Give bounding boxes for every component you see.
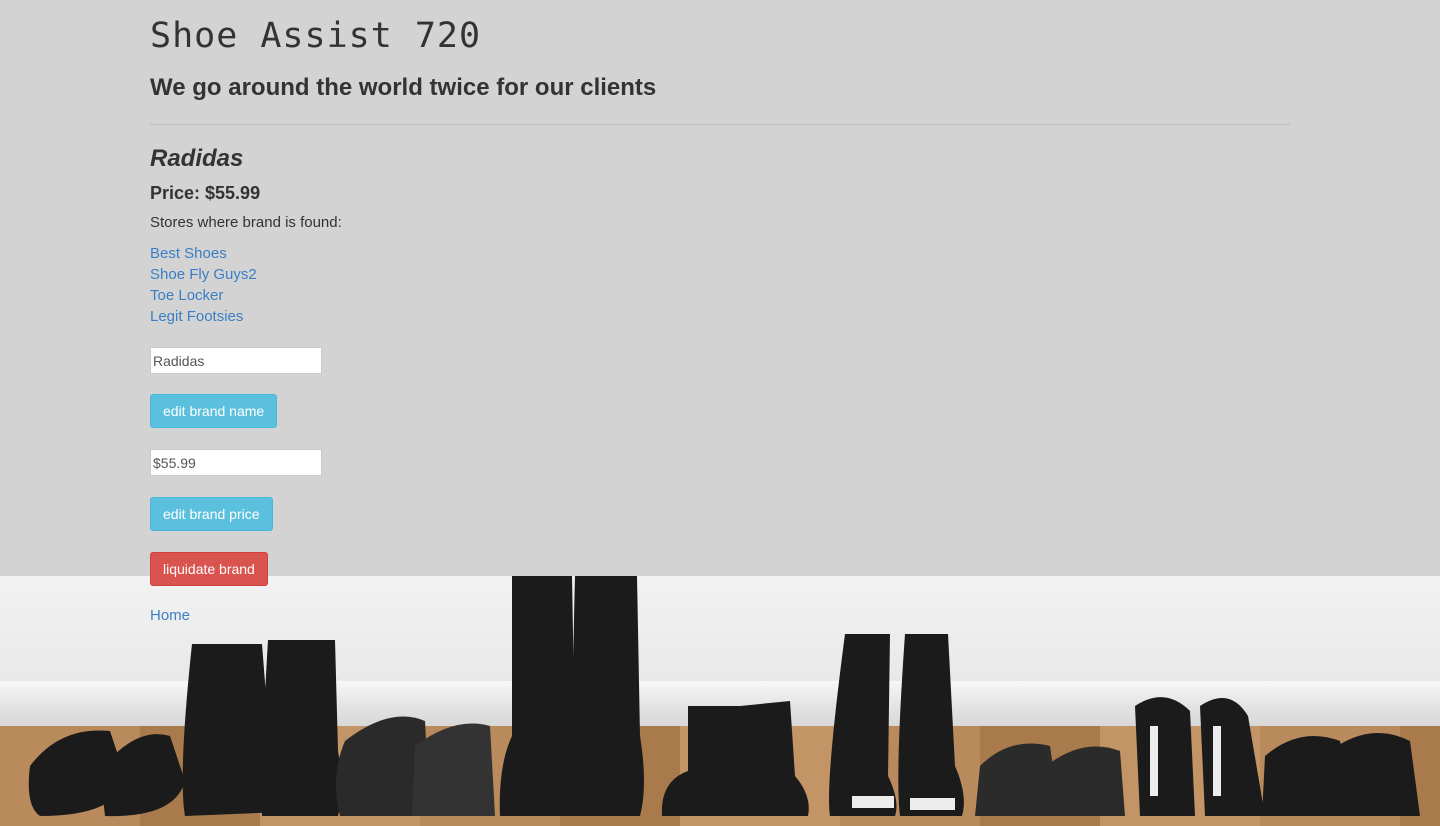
brand-price: Price: $55.99: [150, 183, 261, 203]
site-title: Shoe Assist 720: [150, 16, 482, 56]
home-link[interactable]: Home: [150, 607, 190, 624]
list-item: Shoe Fly Guys2: [150, 264, 1290, 285]
main-container: Shoe Assist 720 We go around the world t…: [150, 0, 1290, 625]
list-item: Toe Locker: [150, 285, 1290, 306]
divider: [150, 124, 1290, 125]
edit-brand-name-button[interactable]: edit brand name: [150, 394, 278, 428]
edit-brand-price-button[interactable]: edit brand price: [150, 497, 273, 531]
store-link-shoe-fly-guys2[interactable]: Shoe Fly Guys2: [150, 266, 257, 283]
store-list: Best Shoes Shoe Fly Guys2 Toe Locker Leg…: [150, 243, 1290, 327]
site-tagline: We go around the world twice for our cli…: [150, 74, 657, 101]
list-item: Legit Footsies: [150, 306, 1290, 327]
brand-price-input[interactable]: [150, 449, 322, 476]
brand-name-input[interactable]: [150, 347, 322, 374]
store-link-toe-locker[interactable]: Toe Locker: [150, 287, 223, 304]
store-link-legit-footsies[interactable]: Legit Footsies: [150, 308, 243, 325]
liquidate-brand-button[interactable]: liquidate brand: [150, 552, 268, 586]
list-item: Best Shoes: [150, 243, 1290, 264]
brand-name: Radidas: [150, 145, 244, 172]
store-link-best-shoes[interactable]: Best Shoes: [150, 245, 227, 262]
stores-label: Stores where brand is found:: [150, 214, 342, 231]
